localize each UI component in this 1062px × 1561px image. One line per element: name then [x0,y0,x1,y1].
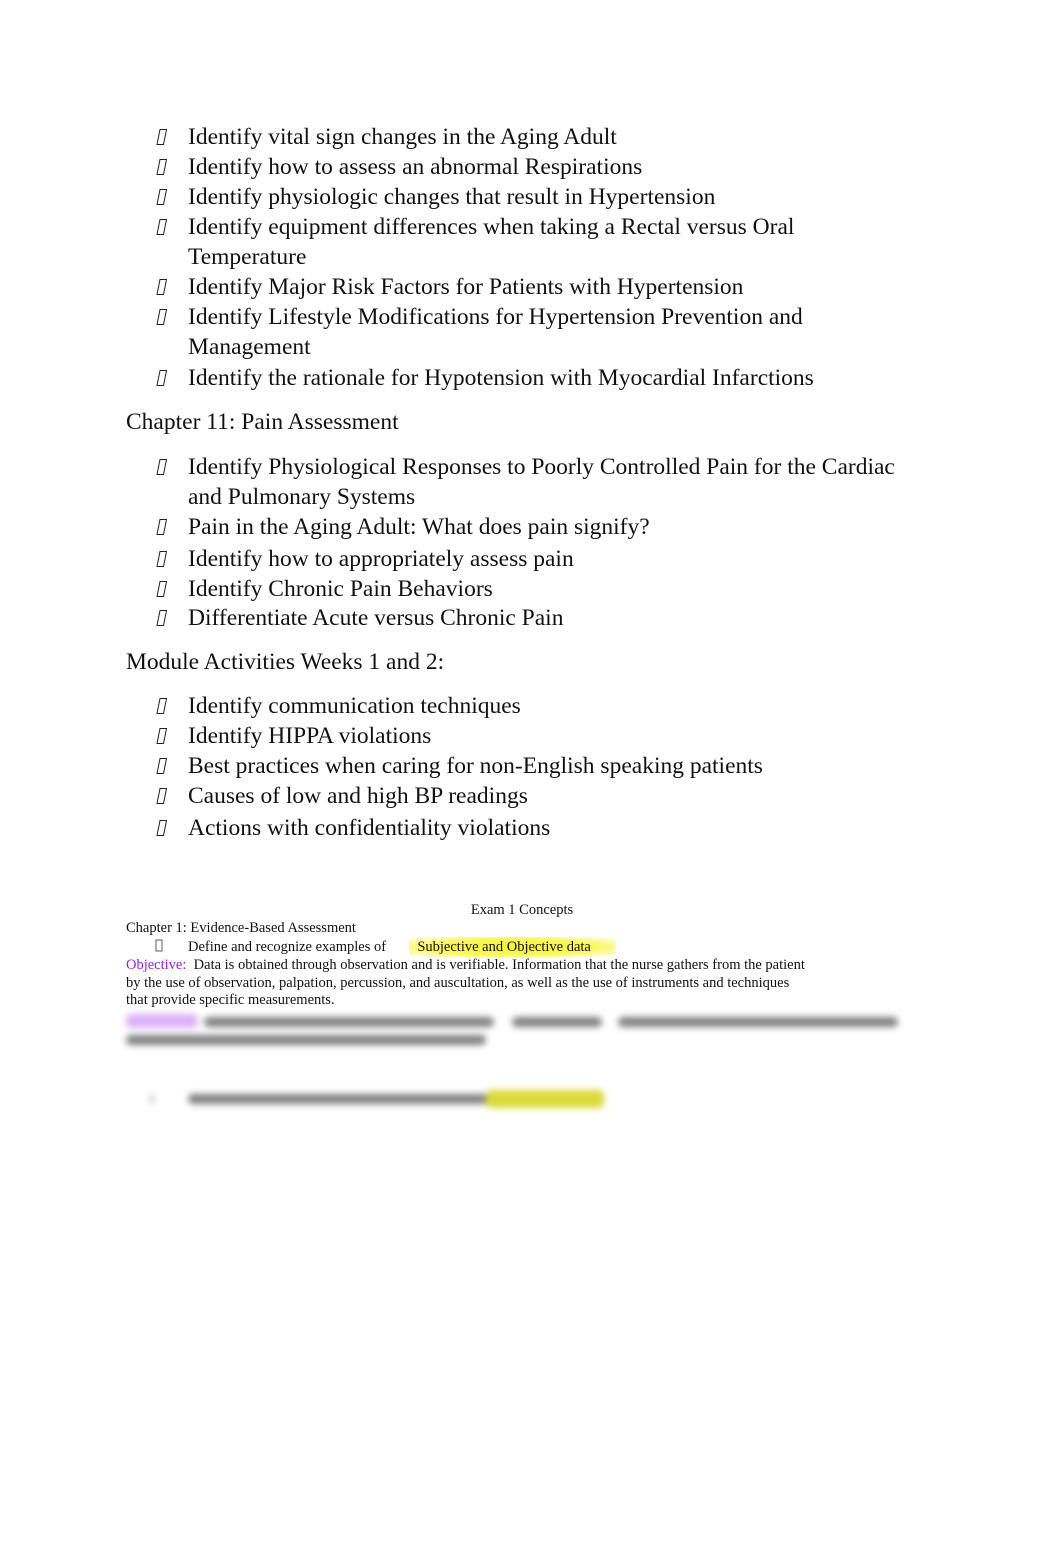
list-item: Pain in the Aging Adult: What does pain … [188,514,650,540]
list-item: Identify how to assess an abnormal Respi… [188,154,643,180]
highlighted-term: Subjective and Objective data [409,937,615,957]
section-heading-module: Module Activities Weeks 1 and 2: [126,649,445,675]
missing-glyph-bullet-icon [156,757,168,775]
list-item: Best practices when caring for non-Engli… [188,753,763,779]
missing-glyph-bullet-icon [156,218,168,236]
preview-chapter-heading: Chapter 1: Evidence-Based Assessment [126,920,356,936]
list-item: Identify physiologic changes that result… [188,184,716,210]
document-page: Identify vital sign changes in the Aging… [0,0,1062,1561]
missing-glyph-bullet-icon [156,369,168,387]
objective-label: Objective: [126,957,187,973]
objective-paragraph: Objective: Data is obtained through obse… [126,957,805,1008]
list-item: Identify how to appropriately assess pai… [188,546,574,572]
list-item: Identify equipment differences when taki… [188,214,795,270]
list-item: Identify Chronic Pain Behaviors [188,576,493,602]
missing-glyph-bullet-icon [156,188,168,206]
missing-glyph-bullet-icon [156,727,168,745]
list-item: Identify the rationale for Hypotension w… [188,365,814,391]
list-item: Identify vital sign changes in the Aging… [188,124,617,150]
missing-glyph-bullet-icon [156,787,168,805]
missing-glyph-bullet-icon [156,308,168,326]
missing-glyph-bullet-icon [156,697,168,715]
list-item: Identify Physiological Responses to Poor… [188,454,895,510]
missing-glyph-bullet-icon [156,819,168,837]
list-item: Identify Major Risk Factors for Patients… [188,274,744,300]
list-item: Identify communication techniques [188,693,521,719]
list-item: Actions with confidentiality violations [188,815,551,841]
list-item: Identify HIPPA violations [188,723,432,749]
preview-title: Exam 1 Concepts [470,902,574,918]
list-item: Causes of low and high BP readings [188,783,528,809]
preview-bullet-item: Define and recognize examples of Subject… [188,937,615,957]
blurred-preview-content [120,1008,920,1118]
list-item: Identify Lifestyle Modifications for Hyp… [188,304,803,360]
missing-glyph-bullet-icon [156,278,168,296]
missing-glyph-bullet-icon [156,518,168,536]
missing-glyph-bullet-icon [155,939,165,953]
section-heading-pain: Chapter 11: Pain Assessment [126,409,399,435]
missing-glyph-bullet-icon [156,550,168,568]
missing-glyph-bullet-icon [156,458,168,476]
list-item: Differentiate Acute versus Chronic Pain [188,605,564,631]
missing-glyph-bullet-icon [156,158,168,176]
missing-glyph-bullet-icon [156,580,168,598]
missing-glyph-bullet-icon [156,128,168,146]
missing-glyph-bullet-icon [156,609,168,627]
